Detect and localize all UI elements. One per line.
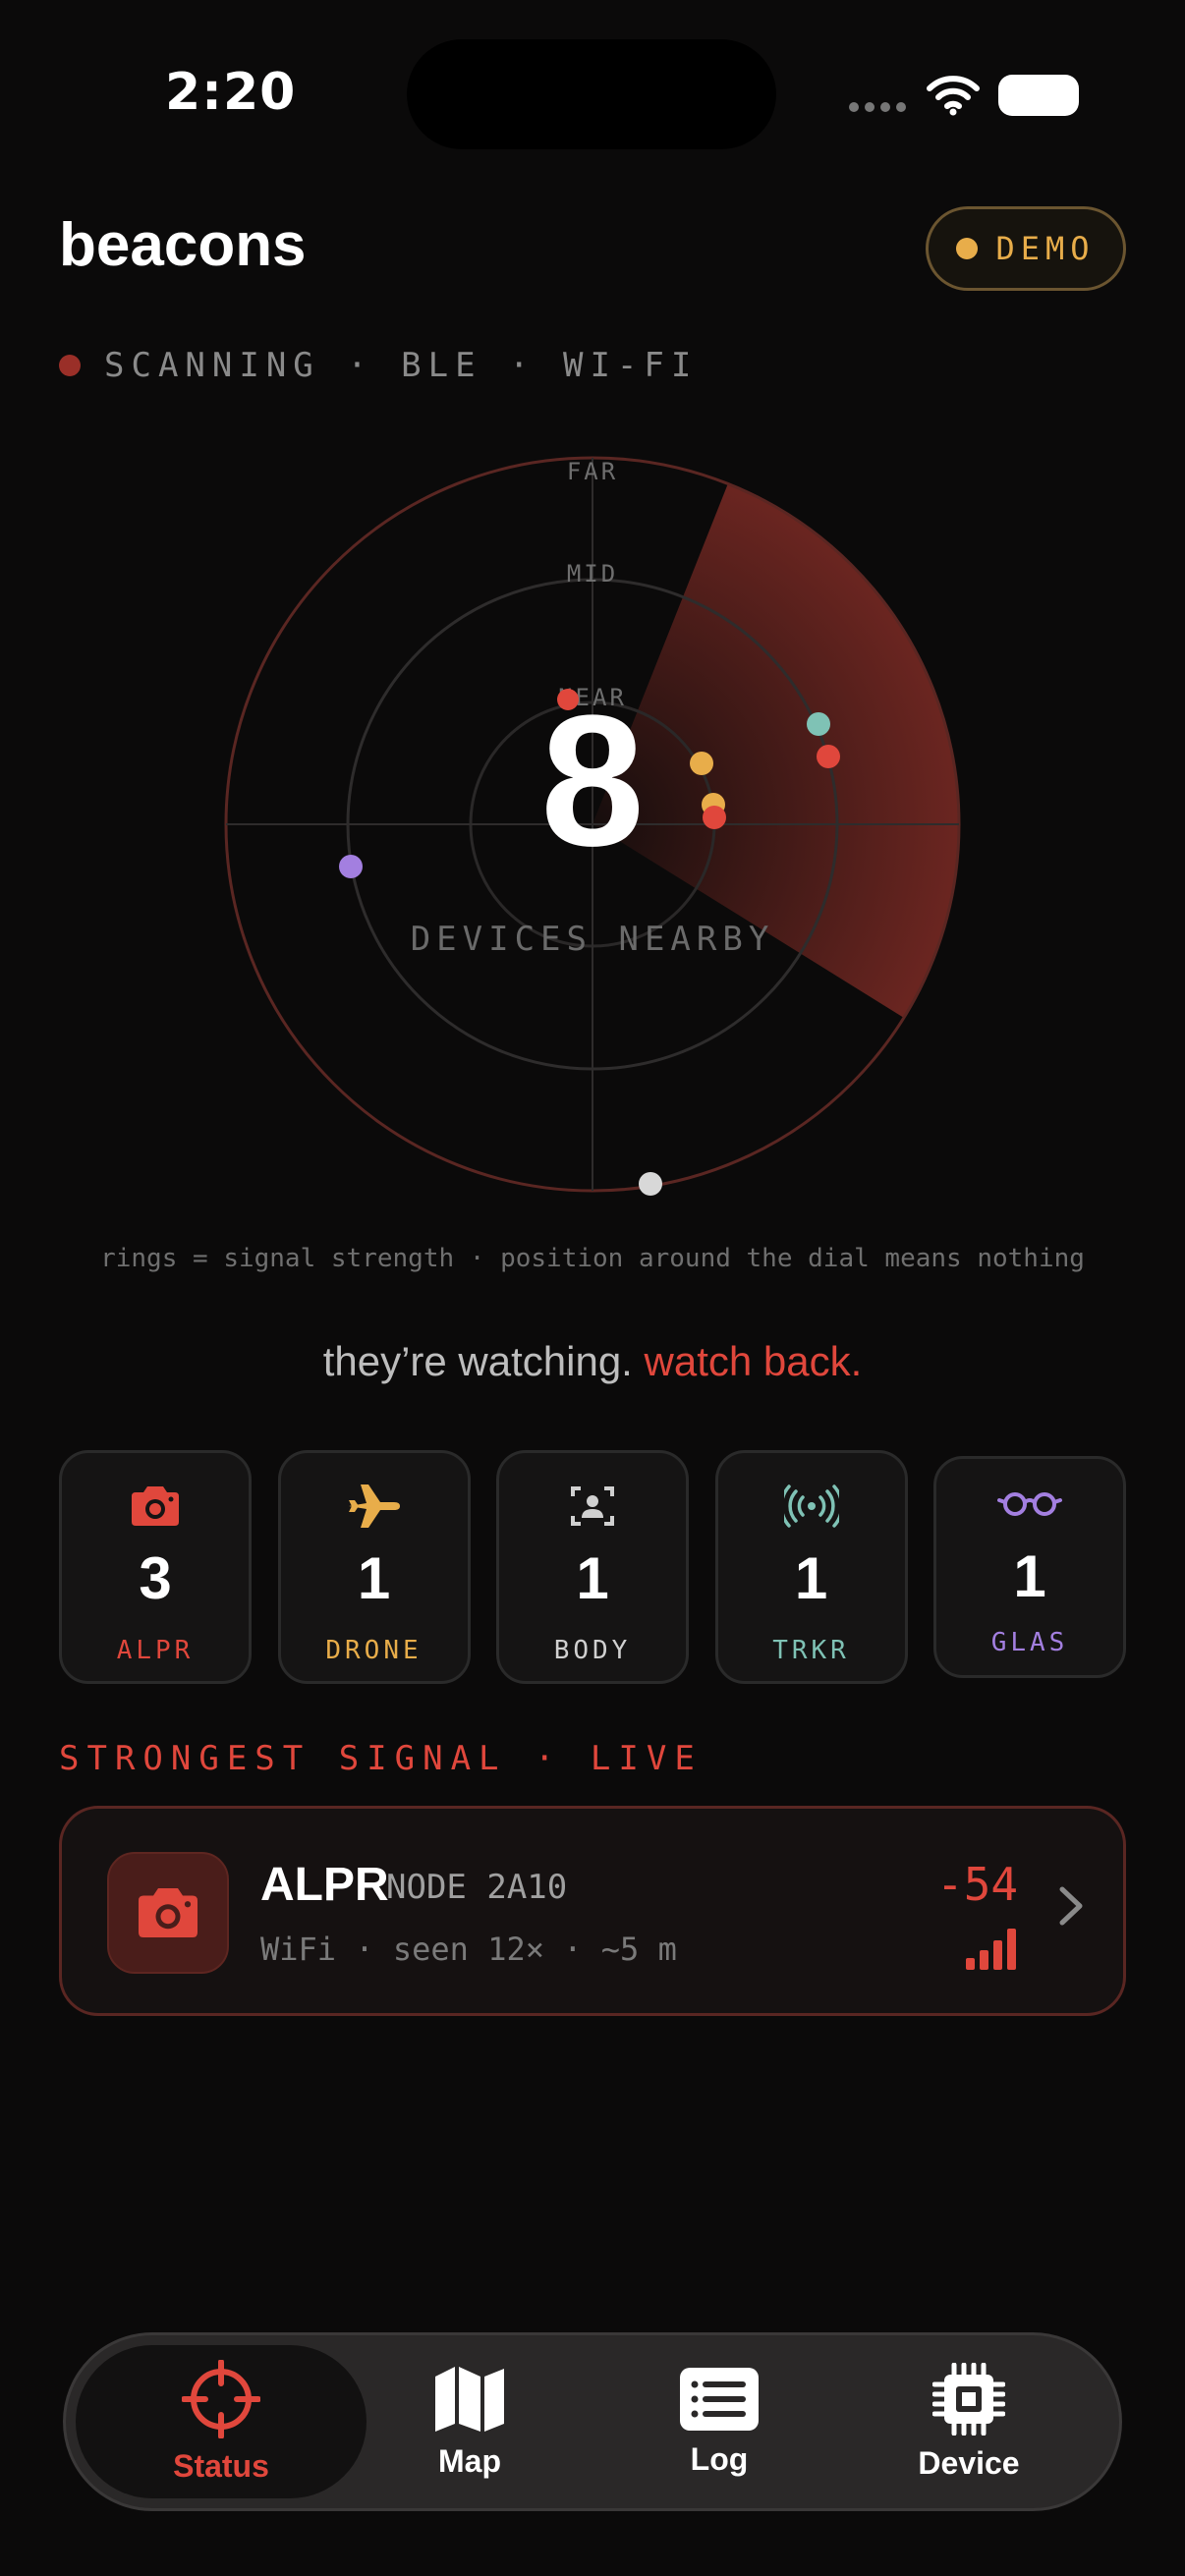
- category-count: 1: [1013, 1543, 1046, 1609]
- device-blip: [339, 855, 363, 878]
- glasses-icon: [997, 1492, 1062, 1516]
- device-count-label: DEVICES NEARBY: [410, 920, 775, 959]
- scan-status: SCANNING · BLE · WI-FI: [59, 346, 698, 385]
- camera-icon: [139, 1888, 198, 1937]
- device-blip: [690, 752, 713, 775]
- chevron-right-icon: [1059, 1886, 1083, 1926]
- camera-icon: [132, 1486, 179, 1526]
- category-label: ALPR: [116, 1636, 195, 1665]
- strongest-signal-heading: STRONGEST SIGNAL · LIVE: [59, 1739, 703, 1778]
- tab-label: Status: [173, 2447, 269, 2484]
- strongest-signal-icon-tile: [107, 1852, 229, 1974]
- tagline-part2: watch back.: [644, 1338, 863, 1384]
- device-blip: [817, 745, 840, 768]
- ring-label-mid: MID: [567, 560, 618, 588]
- body-camera-icon: [571, 1486, 614, 1526]
- category-label: TRKR: [772, 1636, 850, 1665]
- device-count: 8: [540, 677, 645, 885]
- tab-bar: Status Map Log Device: [63, 2332, 1122, 2511]
- demo-dot-icon: [956, 238, 979, 259]
- battery-icon: [998, 75, 1079, 116]
- category-label: DRONE: [325, 1636, 423, 1665]
- tagline: they’re watching. watch back.: [0, 1338, 1185, 1385]
- demo-badge[interactable]: DEMO: [926, 206, 1126, 291]
- tab-label: Device: [918, 2444, 1020, 2481]
- tagline-part1: they’re watching.: [322, 1338, 633, 1384]
- category-card-drone[interactable]: 1 DRONE: [277, 1450, 471, 1684]
- category-card-glas[interactable]: 1 GLAS: [933, 1456, 1126, 1678]
- dynamic-island: [407, 39, 776, 149]
- strongest-signal-rssi: -54: [936, 1858, 1019, 1911]
- broadcast-icon: [783, 1484, 839, 1528]
- category-card-trkr[interactable]: 1 TRKR: [714, 1450, 908, 1684]
- demo-label: DEMO: [995, 230, 1096, 267]
- map-icon: [435, 2366, 504, 2432]
- radar-caption: rings = signal strength · position aroun…: [100, 1244, 1085, 1273]
- cellular-signal-icon: [849, 102, 906, 112]
- category-count: 1: [794, 1545, 828, 1611]
- app-title: beacons: [59, 211, 307, 279]
- category-cards: 3 ALPR 1 DRONE 1 BODY 1 TRKR 1 GLAS: [59, 1450, 1126, 1684]
- strongest-signal-title: ALPR: [260, 1859, 389, 1911]
- tab-label: Map: [438, 2442, 501, 2479]
- tab-log[interactable]: Log: [596, 2335, 842, 2508]
- category-count: 1: [357, 1545, 391, 1611]
- tab-status[interactable]: Status: [98, 2335, 344, 2508]
- device-blip: [639, 1172, 662, 1196]
- category-label: BODY: [553, 1636, 632, 1665]
- strongest-signal-detail: WiFi · seen 12× · ~5 m: [260, 1931, 677, 1968]
- crosshair-icon: [182, 2359, 260, 2438]
- list-icon: [680, 2367, 759, 2431]
- tab-device[interactable]: Device: [846, 2335, 1092, 2508]
- tab-label: Log: [690, 2440, 749, 2477]
- device-blip: [807, 712, 830, 736]
- airplane-icon: [348, 1484, 400, 1528]
- strongest-signal-subtitle: NODE 2A10: [386, 1868, 568, 1907]
- status-time: 2:20: [165, 63, 297, 122]
- scanning-indicator-icon: [59, 355, 81, 376]
- category-count: 1: [576, 1545, 609, 1611]
- tab-map[interactable]: Map: [347, 2335, 592, 2508]
- category-card-body[interactable]: 1 BODY: [496, 1450, 689, 1684]
- device-blip: [703, 806, 726, 829]
- chip-icon: [932, 2362, 1005, 2436]
- ring-label-far: FAR: [567, 458, 618, 485]
- signal-bars-icon: [966, 1929, 1016, 1970]
- category-card-alpr[interactable]: 3 ALPR: [59, 1450, 252, 1684]
- category-label: GLAS: [990, 1628, 1069, 1657]
- category-count: 3: [139, 1545, 172, 1611]
- scan-status-label: SCANNING · BLE · WI-FI: [104, 346, 699, 385]
- wifi-icon: [927, 76, 980, 116]
- strongest-signal-card[interactable]: ALPR NODE 2A10 WiFi · seen 12× · ~5 m -5…: [59, 1806, 1126, 2016]
